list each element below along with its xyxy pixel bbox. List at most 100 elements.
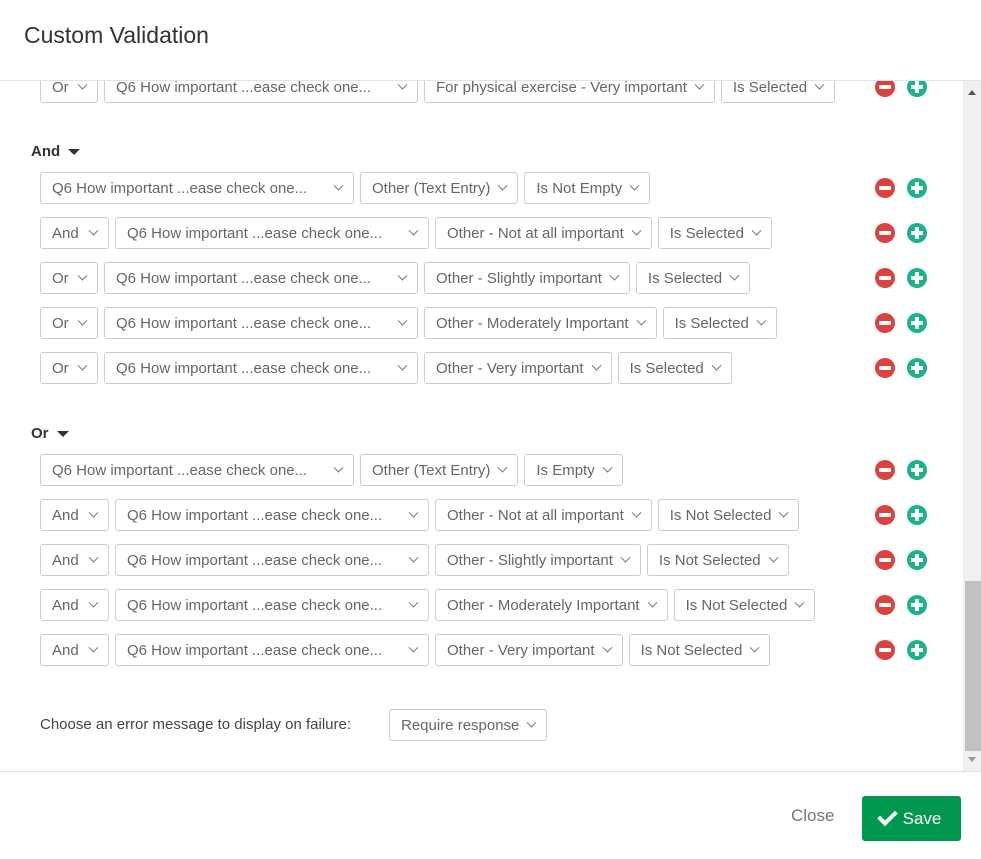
select-value: Or	[52, 81, 69, 96]
remove-condition-icon[interactable]	[875, 505, 895, 525]
select-value: Q6 How important ...ease check one...	[127, 224, 383, 242]
select-value: Q6 How important ...ease check one...	[116, 269, 372, 287]
question-select[interactable]: Q6 How important ...ease check one...	[104, 262, 418, 294]
select-value: Other - Slightly important	[447, 551, 613, 569]
choice-select[interactable]: Other - Very important	[424, 352, 612, 384]
scroll-up-icon[interactable]	[968, 90, 976, 95]
select-value: Other (Text Entry)	[372, 179, 491, 197]
chevron-down-icon	[408, 597, 419, 608]
chevron-down-icon	[814, 81, 825, 90]
select-value: Is Selected	[674, 314, 749, 332]
remove-condition-icon[interactable]	[875, 178, 895, 198]
remove-condition-icon[interactable]	[875, 640, 895, 660]
choice-select[interactable]: Other - Moderately Important	[435, 589, 668, 621]
add-condition-icon[interactable]	[907, 81, 927, 97]
condition-row: Or Q6 How important ...ease check one... O…	[40, 352, 732, 384]
conjunction-select[interactable]: And	[40, 589, 109, 621]
conjunction-select[interactable]: Or	[40, 352, 98, 384]
condition-row: And Q6 How important ...ease check one...…	[40, 589, 816, 621]
chevron-down-icon	[768, 552, 779, 563]
add-condition-icon[interactable]	[907, 178, 927, 198]
add-condition-icon[interactable]	[907, 460, 927, 480]
conjunction-select[interactable]: And	[40, 544, 109, 576]
add-condition-icon[interactable]	[907, 505, 927, 525]
choice-select[interactable]: Other - Not at all important	[435, 217, 652, 249]
condition-row: Or Q6 How important ...ease check one... F…	[40, 81, 836, 103]
conjunction-select[interactable]: Or	[40, 262, 98, 294]
chevron-down-icon	[408, 225, 419, 236]
remove-condition-icon[interactable]	[875, 313, 895, 333]
operator-select[interactable]: Is Not Selected	[628, 634, 771, 666]
choice-select[interactable]: Other - Not at all important	[435, 499, 652, 531]
conjunction-select[interactable]: And	[40, 217, 109, 249]
add-condition-icon[interactable]	[907, 550, 927, 570]
remove-condition-icon[interactable]	[875, 358, 895, 378]
add-condition-icon[interactable]	[907, 358, 927, 378]
close-button[interactable]: Close	[791, 806, 834, 826]
operator-select[interactable]: Is Not Selected	[646, 544, 789, 576]
choice-select[interactable]: For physical exercise - Very important	[424, 81, 715, 103]
operator-select[interactable]: Is Selected	[657, 217, 772, 249]
operator-select[interactable]: Is Selected	[617, 352, 732, 384]
operator-select[interactable]: Is Selected	[662, 307, 777, 339]
conjunction-select[interactable]: And	[40, 499, 109, 531]
choice-select[interactable]: Other - Slightly important	[435, 544, 641, 576]
save-button[interactable]: Save	[862, 796, 961, 841]
question-select[interactable]: Q6 How important ...ease check one...	[40, 172, 354, 204]
operator-select[interactable]: Is Not Selected	[673, 589, 816, 621]
chevron-down-icon	[636, 315, 647, 326]
question-select[interactable]: Q6 How important ...ease check one...	[40, 454, 354, 486]
operator-select[interactable]: Is Empty	[524, 454, 623, 486]
question-select[interactable]: Q6 How important ...ease check one...	[104, 307, 418, 339]
question-select[interactable]: Q6 How important ...ease check one...	[104, 352, 418, 384]
scrollbar-thumb[interactable]	[965, 581, 981, 751]
remove-condition-icon[interactable]	[875, 595, 895, 615]
remove-condition-icon[interactable]	[875, 460, 895, 480]
condition-row: And Q6 How important ...ease check one...…	[40, 634, 771, 666]
choice-select[interactable]: Other - Moderately Important	[424, 307, 657, 339]
select-value: Is Not Selected	[658, 551, 761, 569]
choice-select[interactable]: Other - Very important	[435, 634, 623, 666]
add-condition-icon[interactable]	[907, 223, 927, 243]
save-label: Save	[902, 808, 942, 828]
add-condition-icon[interactable]	[907, 595, 927, 615]
question-select[interactable]: Q6 How important ...ease check one...	[115, 544, 429, 576]
chevron-down-icon	[88, 597, 99, 608]
operator-select[interactable]: Is Selected	[720, 81, 836, 103]
remove-condition-icon[interactable]	[875, 550, 895, 570]
choice-select[interactable]: Other (Text Entry)	[360, 172, 519, 204]
scrollbar[interactable]	[963, 81, 981, 771]
chevron-down-icon	[526, 717, 537, 728]
question-select[interactable]: Q6 How important ...ease check one...	[115, 634, 429, 666]
operator-select[interactable]: Is Not Empty	[524, 172, 651, 204]
remove-condition-icon[interactable]	[875, 81, 895, 97]
question-select[interactable]: Q6 How important ...ease check one...	[115, 217, 429, 249]
error-message-select[interactable]: Require response	[389, 709, 548, 741]
operator-select[interactable]: Is Selected	[635, 262, 751, 294]
conjunction-select[interactable]: And	[40, 634, 109, 666]
add-condition-icon[interactable]	[907, 640, 927, 660]
group-conjunction-and[interactable]: And	[31, 143, 81, 160]
remove-condition-icon[interactable]	[875, 268, 895, 288]
add-condition-icon[interactable]	[907, 313, 927, 333]
choice-select[interactable]: Other - Slightly important	[424, 262, 630, 294]
remove-condition-icon[interactable]	[875, 223, 895, 243]
choice-select[interactable]: Other (Text Entry)	[360, 454, 519, 486]
group-conjunction-or[interactable]: Or	[31, 425, 69, 442]
select-value: Other (Text Entry)	[372, 461, 491, 479]
operator-select[interactable]: Is Not Selected	[657, 499, 800, 531]
question-select[interactable]: Q6 How important ...ease check one...	[115, 499, 429, 531]
question-select[interactable]: Q6 How important ...ease check one...	[115, 589, 429, 621]
select-value: Is Selected	[732, 81, 808, 96]
select-value: Q6 How important ...ease check one...	[52, 179, 308, 197]
scroll-down-icon[interactable]	[968, 757, 976, 762]
add-condition-icon[interactable]	[907, 268, 927, 288]
conjunction-select[interactable]: Or	[40, 307, 98, 339]
dialog-title: Custom Validation	[24, 22, 209, 48]
select-value: For physical exercise - Very important	[436, 81, 687, 96]
chevron-down-icon	[397, 315, 408, 326]
select-value: Is Selected	[629, 359, 704, 377]
select-value: Other - Very important	[447, 641, 595, 659]
question-select[interactable]: Q6 How important ...ease check one...	[104, 81, 418, 103]
conjunction-select[interactable]: Or	[40, 81, 98, 103]
